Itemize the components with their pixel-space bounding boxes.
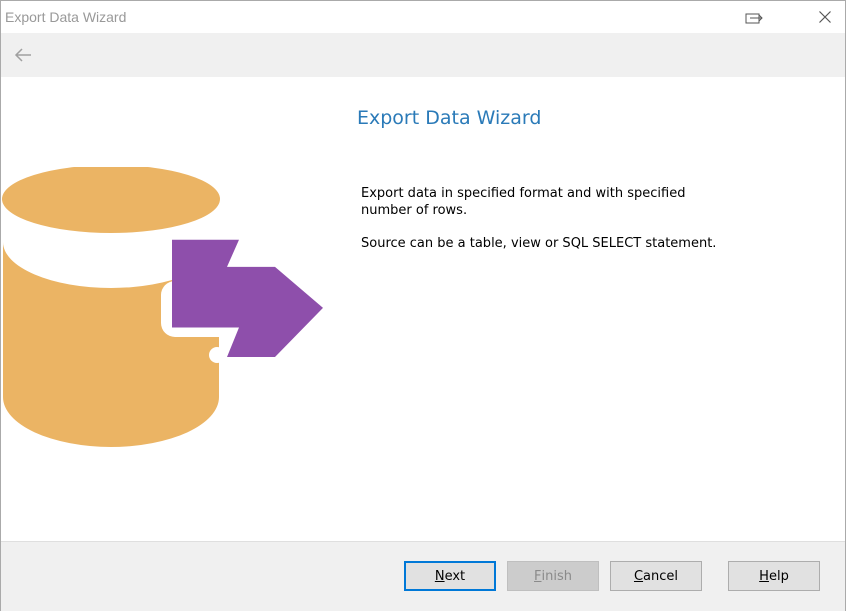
restore-button[interactable] — [742, 7, 766, 27]
next-button[interactable]: Next — [404, 561, 496, 591]
cancel-button[interactable]: Cancel — [610, 561, 702, 591]
back-arrow-icon — [14, 48, 31, 62]
description-text-2: Source can be a table, view or SQL SELEC… — [361, 236, 717, 251]
export-wizard-window: Export Data Wizard Export Data Wizard Ex… — [0, 0, 846, 611]
window-title: Export Data Wizard — [5, 9, 127, 25]
restore-icon — [745, 13, 763, 24]
finish-button-mnemonic: F — [534, 568, 542, 584]
next-button-mnemonic: N — [434, 568, 445, 584]
help-button-mnemonic: H — [759, 568, 769, 584]
description-text-1: Export data in specified format and with… — [361, 186, 686, 218]
finish-button-label: inish — [541, 568, 572, 584]
title-bar: Export Data Wizard — [1, 1, 845, 33]
help-button[interactable]: Help — [728, 561, 820, 591]
help-button-label: elp — [768, 568, 789, 584]
wizard-heading: Export Data Wizard — [357, 107, 542, 129]
close-button[interactable] — [813, 7, 837, 27]
navigation-bar — [1, 33, 845, 77]
wizard-description: Export data in specified format and with… — [361, 185, 721, 268]
cancel-button-label: ancel — [643, 568, 679, 584]
cancel-button-mnemonic: C — [633, 568, 644, 584]
database-export-illustration — [2, 167, 323, 447]
wizard-content: Export Data Wizard Export data in specif… — [1, 77, 845, 541]
button-bar: Next Finish Cancel Help — [1, 541, 845, 611]
next-button-label: ext — [444, 568, 466, 584]
finish-button[interactable]: Finish — [507, 561, 599, 591]
back-button[interactable] — [11, 43, 35, 67]
close-icon — [819, 11, 831, 23]
